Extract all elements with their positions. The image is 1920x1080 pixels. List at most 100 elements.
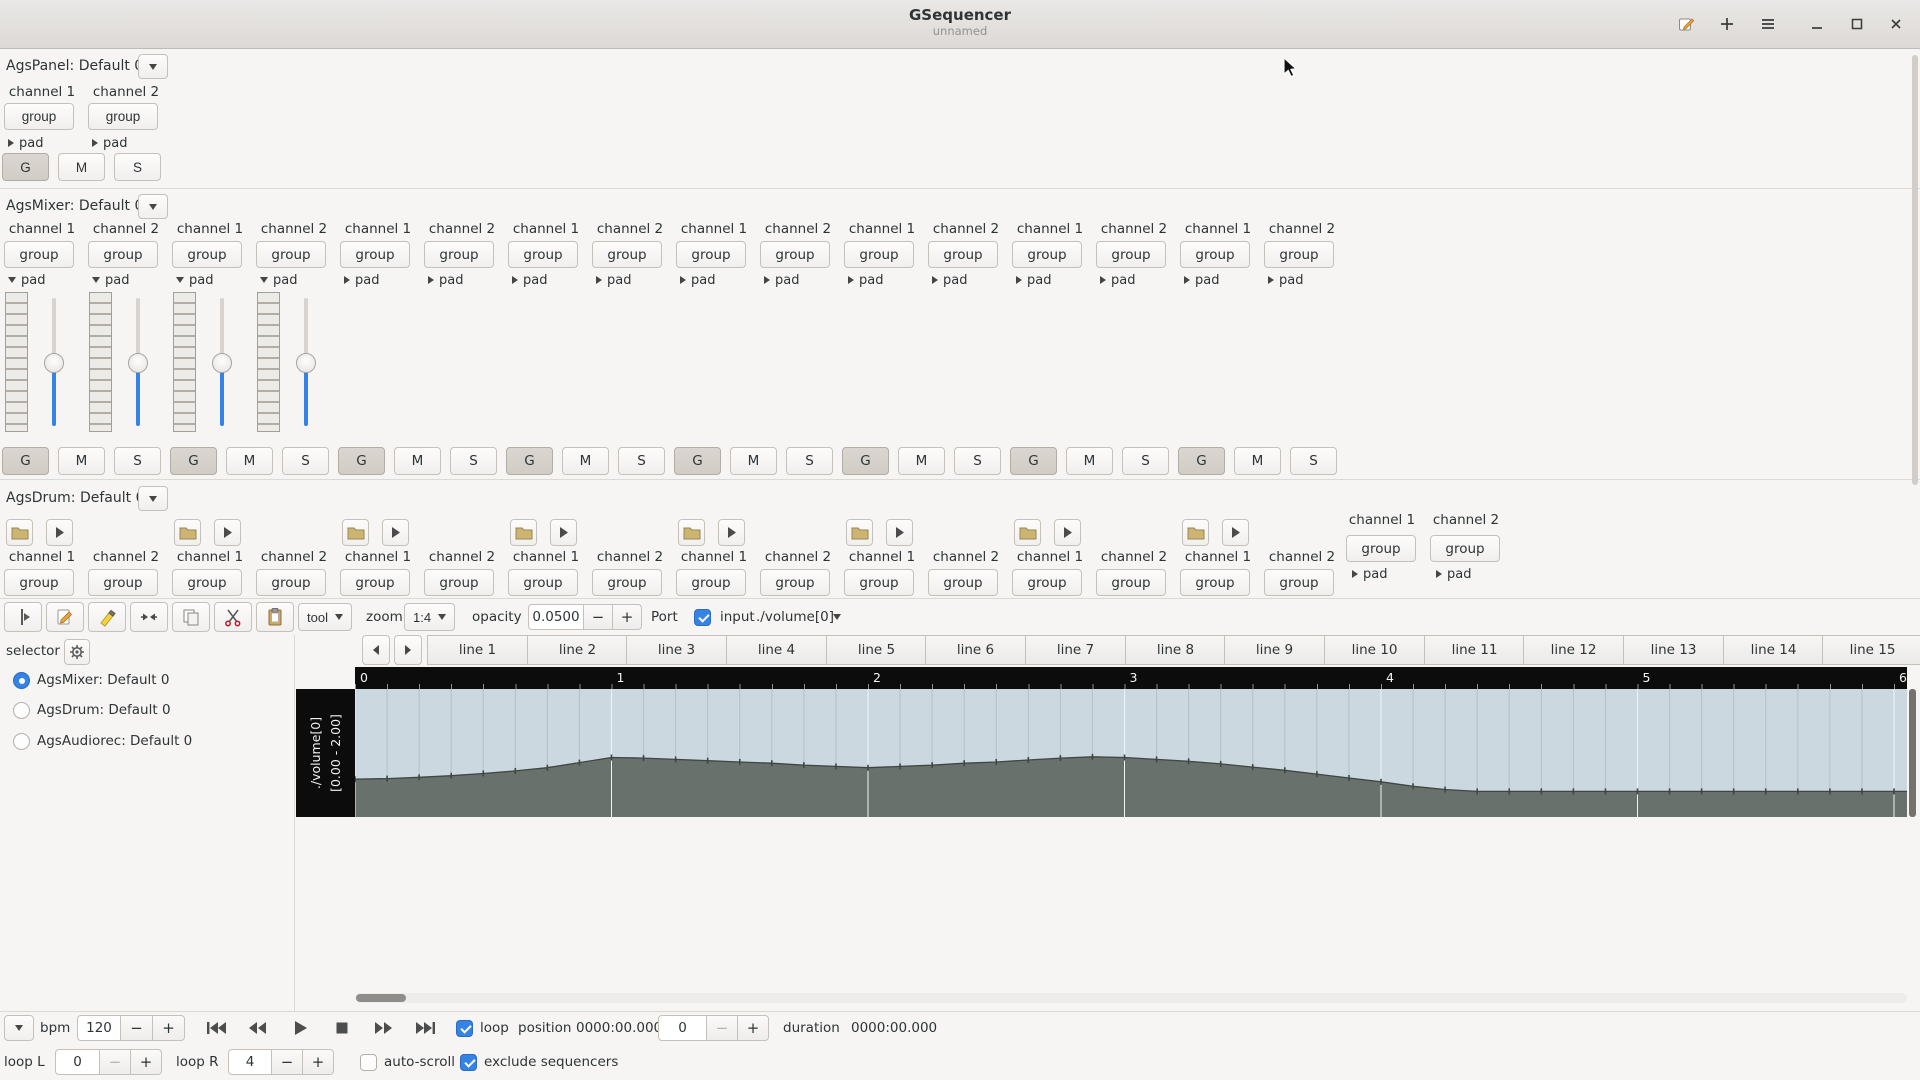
bpm-decrement-button[interactable]: − xyxy=(120,1015,153,1041)
panel-menu-button[interactable] xyxy=(138,54,168,79)
tab-line-10[interactable]: line 10 xyxy=(1324,635,1425,665)
drum-output-group-button[interactable]: group xyxy=(1346,535,1416,562)
drum-menu-button[interactable] xyxy=(138,486,168,511)
drum-open-button[interactable] xyxy=(1182,519,1209,546)
port-dropdown[interactable] xyxy=(824,604,850,630)
mixer-m-toggle[interactable]: M xyxy=(1066,447,1113,475)
drum-play-button[interactable] xyxy=(382,519,409,546)
mixer-g-toggle[interactable]: G xyxy=(1178,447,1225,475)
drum-play-button[interactable] xyxy=(1222,519,1249,546)
bpm-input[interactable]: 120 xyxy=(77,1015,121,1041)
loop-l-input[interactable]: 0 xyxy=(55,1049,100,1075)
mixer-volume-slider[interactable] xyxy=(128,292,148,432)
drum-group-button[interactable]: group xyxy=(844,569,914,596)
mixer-pad-expander[interactable]: pad xyxy=(8,272,45,288)
mixer-volume-slider[interactable] xyxy=(296,292,316,432)
mixer-pad-expander[interactable]: pad xyxy=(1100,272,1135,288)
mixer-group-button[interactable]: group xyxy=(1264,241,1334,268)
mixer-pad-expander[interactable]: pad xyxy=(848,272,883,288)
compose-button[interactable] xyxy=(1672,10,1700,38)
drum-group-button[interactable]: group xyxy=(340,569,410,596)
drum-group-button[interactable]: group xyxy=(256,569,326,596)
drum-group-button[interactable]: group xyxy=(760,569,830,596)
mixer-pad-expander[interactable]: pad xyxy=(1016,272,1051,288)
zoom-dropdown[interactable]: 1:4 xyxy=(404,603,455,631)
mixer-m-toggle[interactable]: M xyxy=(562,447,609,475)
mixer-pad-expander[interactable]: pad xyxy=(512,272,547,288)
menu-button[interactable] xyxy=(1754,10,1782,38)
mixer-g-toggle[interactable]: G xyxy=(2,447,49,475)
mixer-pad-expander[interactable]: pad xyxy=(596,272,631,288)
panel-s-toggle[interactable]: S xyxy=(114,153,161,181)
tabs-scroll-left-button[interactable] xyxy=(362,635,390,665)
volume-slider-handle[interactable] xyxy=(212,353,232,373)
mixer-g-toggle[interactable]: G xyxy=(1010,447,1057,475)
drum-group-button[interactable]: group xyxy=(1264,569,1334,596)
exclude-sequencers-checkbox[interactable] xyxy=(460,1054,477,1071)
transport-expander-button[interactable] xyxy=(4,1015,34,1041)
drum-open-button[interactable] xyxy=(1014,519,1041,546)
drum-play-button[interactable] xyxy=(46,519,73,546)
loop-l-decrement-button[interactable]: − xyxy=(99,1049,131,1075)
mixer-pad-expander[interactable]: pad xyxy=(344,272,379,288)
position-increment-button[interactable]: + xyxy=(737,1015,769,1041)
tabs-scroll-right-button[interactable] xyxy=(394,635,422,665)
mixer-s-toggle[interactable]: S xyxy=(450,447,497,475)
tab-line-13[interactable]: line 13 xyxy=(1623,635,1724,665)
position-decrement-button[interactable]: − xyxy=(706,1015,738,1041)
selector-item[interactable]: AgsMixer: Default 0 xyxy=(0,672,290,689)
mixer-g-toggle[interactable]: G xyxy=(506,447,553,475)
opacity-input[interactable]: 0.0500 xyxy=(528,604,584,630)
clear-tool-button[interactable] xyxy=(88,602,126,632)
drum-group-button[interactable]: group xyxy=(592,569,662,596)
tab-line-3[interactable]: line 3 xyxy=(626,635,727,665)
fast-forward-button[interactable] xyxy=(365,1015,401,1041)
panel-group-button[interactable]: group xyxy=(88,103,158,130)
opacity-decrement-button[interactable]: − xyxy=(583,604,613,630)
mixer-s-toggle[interactable]: S xyxy=(618,447,665,475)
maximize-button[interactable] xyxy=(1843,10,1871,38)
copy-button[interactable] xyxy=(172,602,210,632)
seek-start-button[interactable] xyxy=(199,1015,235,1041)
panel-pad-expander[interactable]: pad xyxy=(8,135,43,151)
loop-r-input[interactable]: 4 xyxy=(228,1049,272,1075)
drum-open-button[interactable] xyxy=(342,519,369,546)
drum-open-button[interactable] xyxy=(846,519,873,546)
machines-vertical-scrollbar[interactable] xyxy=(1912,55,1918,485)
position-ruler[interactable]: 0123456 xyxy=(355,667,1907,689)
panel-pad-expander[interactable]: pad xyxy=(92,135,127,151)
mixer-s-toggle[interactable]: S xyxy=(1290,447,1337,475)
opacity-increment-button[interactable]: + xyxy=(612,604,642,630)
drum-open-button[interactable] xyxy=(510,519,537,546)
mixer-pad-expander[interactable]: pad xyxy=(428,272,463,288)
tab-line-8[interactable]: line 8 xyxy=(1125,635,1226,665)
mixer-group-button[interactable]: group xyxy=(340,241,410,268)
mixer-group-button[interactable]: group xyxy=(928,241,998,268)
mixer-group-button[interactable]: group xyxy=(676,241,746,268)
drum-play-button[interactable] xyxy=(718,519,745,546)
drum-output-pad-expander[interactable]: pad xyxy=(1352,566,1387,582)
tab-line-5[interactable]: line 5 xyxy=(826,635,927,665)
mixer-m-toggle[interactable]: M xyxy=(730,447,777,475)
loop-l-increment-button[interactable]: + xyxy=(130,1049,162,1075)
drum-open-button[interactable] xyxy=(174,519,201,546)
drum-group-button[interactable]: group xyxy=(1012,569,1082,596)
mixer-pad-expander[interactable]: pad xyxy=(92,272,129,288)
drum-group-button[interactable]: group xyxy=(88,569,158,596)
paste-button[interactable] xyxy=(256,602,294,632)
drum-play-button[interactable] xyxy=(214,519,241,546)
mixer-group-button[interactable]: group xyxy=(88,241,158,268)
scrollbar-handle[interactable] xyxy=(356,994,406,1002)
mixer-menu-button[interactable] xyxy=(138,194,168,219)
selector-settings-button[interactable] xyxy=(64,639,90,665)
drum-open-button[interactable] xyxy=(6,519,33,546)
drum-group-button[interactable]: group xyxy=(1096,569,1166,596)
play-button[interactable] xyxy=(282,1015,318,1041)
drum-group-button[interactable]: group xyxy=(4,569,74,596)
volume-slider-handle[interactable] xyxy=(296,353,316,373)
tab-line-6[interactable]: line 6 xyxy=(925,635,1026,665)
tab-line-11[interactable]: line 11 xyxy=(1424,635,1525,665)
edit-tool-button[interactable] xyxy=(46,602,84,632)
panel-m-toggle[interactable]: M xyxy=(58,153,105,181)
position-tool-button[interactable] xyxy=(4,602,42,632)
